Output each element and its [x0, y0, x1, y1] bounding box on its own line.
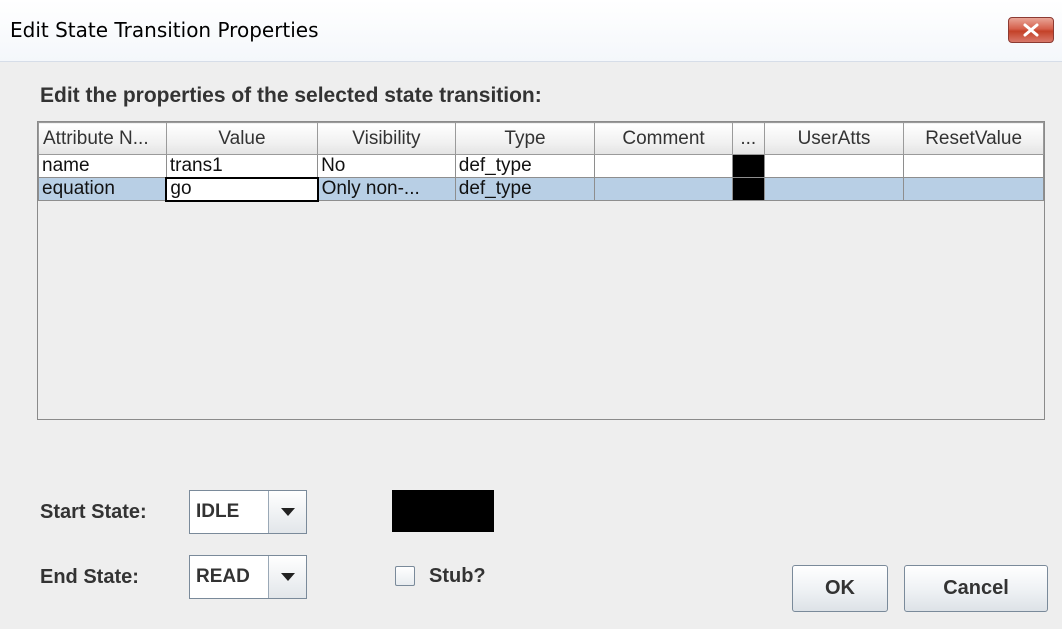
end-state-label: End State: [40, 566, 139, 588]
end-state-value: READ [196, 566, 250, 587]
stub-checkbox[interactable] [395, 566, 415, 586]
chevron-down-icon [280, 508, 295, 516]
start-state-label: Start State: [40, 501, 147, 523]
cell-resetvalue[interactable] [903, 154, 1044, 178]
cell-useratts[interactable] [763, 154, 905, 178]
table-row[interactable]: name trans1 No def_type [38, 154, 1044, 178]
start-state-dropdown-button[interactable] [268, 491, 306, 533]
start-state-value: IDLE [196, 501, 240, 522]
column-header-visibility[interactable]: Visibility [317, 122, 456, 155]
column-header-comment[interactable]: Comment [594, 122, 733, 155]
properties-table-viewport: Attribute N... Value Visibility Type Com… [37, 121, 1045, 420]
cell-resetvalue[interactable] [903, 177, 1044, 201]
cell-comment[interactable] [594, 154, 733, 178]
properties-table: Attribute N... Value Visibility Type Com… [38, 122, 1044, 202]
cell-visibility[interactable]: No [317, 154, 456, 178]
cell-comment[interactable] [594, 177, 733, 201]
end-state-combo[interactable]: READ [189, 555, 307, 599]
cell-type[interactable]: def_type [454, 154, 596, 178]
cell-attribute[interactable]: equation [38, 177, 167, 201]
window-title: Edit State Transition Properties [10, 18, 319, 42]
column-header-type[interactable]: Type [454, 122, 596, 155]
cell-value-editor[interactable]: go [165, 176, 319, 202]
cancel-button[interactable]: Cancel [904, 565, 1048, 612]
cell-type[interactable]: def_type [454, 177, 596, 201]
start-state-combo[interactable]: IDLE [189, 490, 307, 534]
stub-checkbox-label[interactable]: Stub? [429, 565, 486, 588]
table-header-row: Attribute N... Value Visibility Type Com… [38, 122, 1044, 155]
close-button[interactable] [1008, 17, 1054, 43]
title-bar: Edit State Transition Properties [0, 0, 1062, 62]
section-heading: Edit the properties of the selected stat… [40, 84, 542, 107]
chevron-down-icon [280, 573, 295, 581]
column-header-value[interactable]: Value [165, 122, 319, 155]
table-row-selected[interactable]: equation go Only non-... def_type [38, 176, 1044, 202]
ok-button[interactable]: OK [792, 565, 888, 612]
cell-color-swatch[interactable] [731, 177, 765, 201]
column-header-color[interactable]: ... [731, 122, 765, 155]
cell-value[interactable]: trans1 [165, 154, 319, 178]
transition-color-swatch[interactable] [392, 490, 494, 532]
end-state-dropdown-button[interactable] [268, 556, 306, 598]
cell-useratts[interactable] [763, 177, 905, 201]
cell-color-swatch[interactable] [731, 154, 765, 178]
cell-attribute[interactable]: name [38, 154, 167, 178]
column-header-resetvalue[interactable]: ResetValue [903, 122, 1044, 155]
close-x-icon [1023, 23, 1039, 37]
column-header-useratts[interactable]: UserAtts [763, 122, 905, 155]
cell-visibility[interactable]: Only non-... [317, 177, 456, 201]
column-header-attribute-name[interactable]: Attribute N... [38, 122, 167, 155]
